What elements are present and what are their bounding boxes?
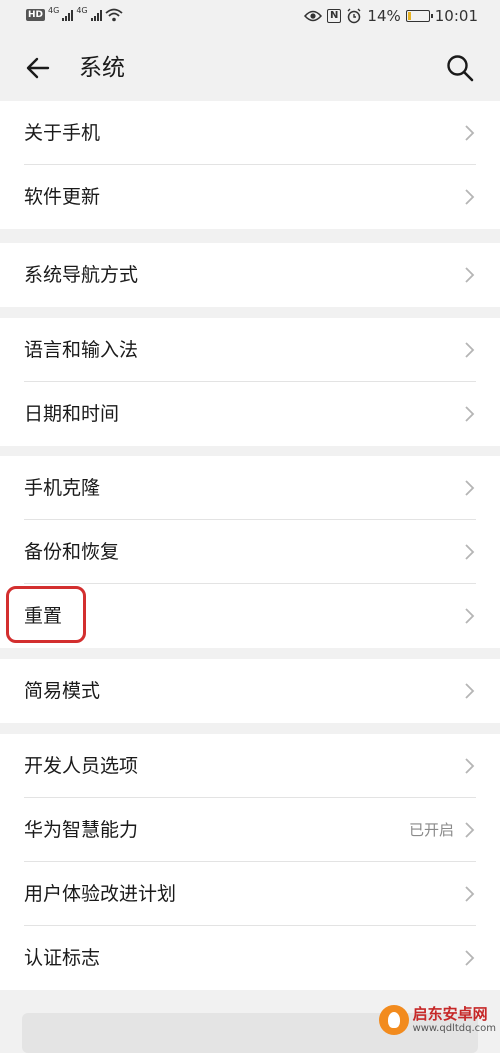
settings-group-2: 系统导航方式 [0, 243, 500, 307]
settings-item-backup-restore[interactable]: 备份和恢复 [0, 520, 500, 584]
alarm-icon [347, 8, 361, 24]
settings-item-label: 语言和输入法 [24, 339, 139, 361]
status-bar: HD 4G 4G N 14% 10:01 [0, 0, 500, 34]
chevron-right-icon [465, 608, 475, 624]
chevron-right-icon [465, 683, 475, 699]
app-header: 系统 [0, 34, 500, 100]
settings-item-about-phone[interactable]: 关于手机 [0, 101, 500, 165]
settings-item-software-update[interactable]: 软件更新 [0, 165, 500, 229]
watermark-url: www.qdltdq.com [412, 1022, 496, 1034]
settings-item-label: 系统导航方式 [24, 264, 139, 286]
settings-item-date-time[interactable]: 日期和时间 [0, 382, 500, 446]
hd-badge: HD [26, 9, 46, 21]
settings-item-label: 认证标志 [24, 947, 101, 969]
settings-item-system-navigation[interactable]: 系统导航方式 [0, 243, 500, 307]
settings-item-certification[interactable]: 认证标志 [0, 926, 500, 990]
chevron-right-icon [465, 950, 475, 966]
settings-item-label: 开发人员选项 [24, 755, 139, 777]
chevron-right-icon [465, 886, 475, 902]
settings-item-label: 软件更新 [24, 186, 101, 208]
signal-icon [90, 9, 102, 21]
chevron-right-icon [465, 544, 475, 560]
chevron-right-icon [465, 480, 475, 496]
settings-item-label: 备份和恢复 [24, 541, 120, 563]
network-type-1: 4G [48, 5, 60, 15]
chevron-right-icon [465, 758, 475, 774]
settings-item-label: 华为智慧能力 [24, 819, 139, 841]
wifi-icon [105, 8, 123, 22]
back-arrow-icon[interactable] [22, 52, 54, 84]
chevron-right-icon [465, 342, 475, 358]
settings-group-1: 关于手机 软件更新 [0, 101, 500, 229]
settings-item-huawei-ai[interactable]: 华为智慧能力 已开启 [0, 798, 500, 862]
battery-percent: 14% [367, 7, 401, 25]
watermark-text: 启东安卓网 www.qdltdq.com [413, 1006, 496, 1034]
nfc-icon: N [327, 9, 342, 23]
chevron-right-icon [465, 189, 475, 205]
chevron-right-icon [465, 406, 475, 422]
settings-item-simple-mode[interactable]: 简易模式 [0, 659, 500, 723]
settings-group-6: 开发人员选项 华为智慧能力 已开启 用户体验改进计划 认证标志 [0, 734, 500, 990]
settings-item-label: 日期和时间 [24, 403, 120, 425]
watermark: 启东安卓网 www.qdltdq.com [378, 1005, 496, 1035]
chevron-right-icon [465, 267, 475, 283]
settings-item-label: 用户体验改进计划 [24, 883, 177, 905]
watermark-name: 启东安卓网 [412, 1005, 488, 1024]
reset-highlight-box [6, 586, 86, 643]
battery-icon [405, 10, 433, 22]
eye-icon [304, 10, 323, 22]
battery-fill [407, 12, 411, 20]
search-icon[interactable] [444, 52, 476, 84]
settings-item-language-input[interactable]: 语言和输入法 [0, 318, 500, 382]
settings-group-5: 简易模式 [0, 659, 500, 723]
settings-item-label: 手机克隆 [24, 477, 101, 499]
chevron-right-icon [465, 822, 475, 838]
network-type-2: 4G [76, 5, 88, 15]
settings-item-label: 关于手机 [24, 122, 101, 144]
page-title: 系统 [79, 55, 125, 81]
settings-item-phone-clone[interactable]: 手机克隆 [0, 456, 500, 520]
settings-item-developer-options[interactable]: 开发人员选项 [0, 734, 500, 798]
watermark-logo-icon [378, 1005, 409, 1035]
settings-item-label: 简易模式 [24, 680, 101, 702]
status-text: 已开启 [408, 821, 454, 839]
signal-icon [62, 9, 74, 21]
clock: 10:01 [434, 7, 478, 25]
status-right: N 14% 10:01 [304, 7, 478, 25]
settings-item-user-experience[interactable]: 用户体验改进计划 [0, 862, 500, 926]
status-left: HD 4G 4G [26, 5, 123, 22]
chevron-right-icon [465, 125, 475, 141]
settings-group-3: 语言和输入法 日期和时间 [0, 318, 500, 446]
